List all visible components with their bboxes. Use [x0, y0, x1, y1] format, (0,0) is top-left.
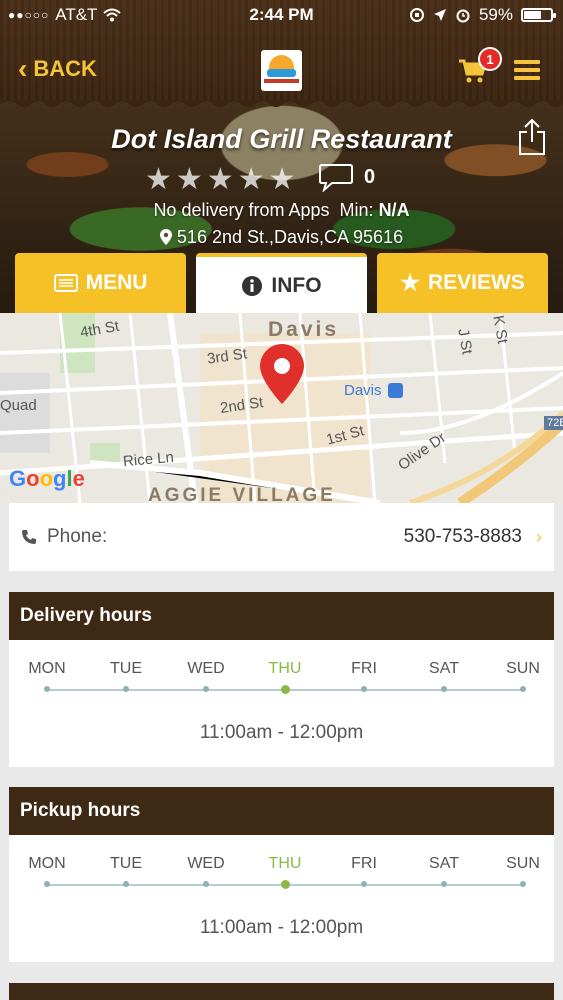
star-icon: ★ [268, 163, 296, 196]
day-dot [361, 686, 367, 692]
delivery-hours-card: Delivery hours MON TUE WED THU FRI SAT S… [9, 592, 554, 767]
address-text: 516 2nd St.,Davis,CA 95616 [176, 227, 404, 247]
battery-icon [521, 8, 556, 22]
day-dot [520, 686, 526, 692]
review-count-value: 0 [364, 165, 376, 188]
tab-info-label: INFO [271, 274, 322, 297]
day-label[interactable]: WED [176, 660, 236, 678]
day-label[interactable]: SAT [414, 660, 474, 678]
day-label[interactable]: FRI [334, 660, 394, 678]
min-label: Min: [339, 200, 374, 220]
star-icon: ★ [206, 163, 234, 196]
delivery-hours-time: 11:00am - 12:00pm [199, 722, 364, 743]
day-dot [520, 881, 526, 887]
back-button[interactable]: ‹ BACK [18, 53, 97, 84]
chevron-right-icon: › [536, 526, 542, 547]
day-dot-today [280, 684, 290, 694]
menu-list-icon [53, 274, 78, 292]
star-icon: ★ [175, 163, 203, 196]
tab-menu[interactable]: MENU [15, 253, 186, 313]
day-dot [203, 881, 209, 887]
review-count[interactable]: 0 [318, 162, 375, 192]
map-label-town: Davis [268, 318, 340, 341]
pickup-hours-card: Pickup hours MON TUE WED THU FRI SAT SUN… [9, 787, 554, 962]
day-label[interactable]: SUN [493, 660, 553, 678]
day-dot [441, 881, 447, 887]
day-label[interactable]: SUN [493, 855, 553, 873]
status-bar: ●●○○○ AT&T 2:44 PM 59% [0, 0, 563, 30]
day-label[interactable]: MON [17, 660, 77, 678]
status-right: 59% [409, 5, 556, 25]
phone-icon [22, 530, 36, 544]
map-label-hwy: 72B [544, 416, 563, 430]
day-label[interactable]: FRI [334, 855, 394, 873]
map-marker-icon [159, 229, 172, 245]
min-value: N/A [378, 200, 410, 220]
delivery-hours-title: Delivery hours [9, 592, 554, 640]
cart-count-badge: 1 [478, 47, 502, 71]
tab-reviews-label: REVIEWS [427, 271, 525, 294]
day-label[interactable]: MON [17, 855, 77, 873]
next-section-header [9, 983, 554, 1000]
comment-bubble-icon [319, 164, 353, 192]
delivery-info: No delivery from Apps Min: N/A [0, 200, 563, 221]
restaurant-name: Dot Island Grill Restaurant [111, 124, 452, 154]
battery-percent: 59% [478, 5, 513, 24]
address-line: 516 2nd St.,Davis,CA 95616 [0, 227, 563, 248]
map-label-station: Davis [344, 382, 382, 399]
delivery-text: No delivery from Apps [153, 200, 330, 220]
day-label[interactable]: TUE [96, 855, 156, 873]
phone-row[interactable]: Phone: 530-753-8883 › [9, 503, 554, 571]
phone-label: Phone: [47, 526, 108, 547]
rating-stars: ★ ★ ★ ★ ★ [145, 162, 296, 197]
star-icon: ★ [145, 163, 172, 196]
day-dot [123, 686, 129, 692]
pickup-hours-time: 11:00am - 12:00pm [199, 917, 364, 938]
star-icon: ★ [400, 270, 420, 295]
hamburger-menu-icon[interactable] [514, 60, 540, 80]
tab-bar: MENU INFO ★ REVIEWS [15, 253, 548, 315]
day-label[interactable]: SAT [414, 855, 474, 873]
tab-info[interactable]: INFO [196, 253, 367, 315]
map-pin-icon [260, 344, 304, 404]
star-icon: ★ [237, 163, 265, 196]
share-icon[interactable] [517, 118, 547, 156]
pickup-hours-body: MON TUE WED THU FRI SAT SUN 11:00am - 12… [9, 835, 554, 962]
day-label-today[interactable]: THU [255, 660, 315, 678]
delivery-hours-body: MON TUE WED THU FRI SAT SUN 11:00am - 12… [9, 640, 554, 767]
map-label-aggie: AGGIE VILLAGE [148, 485, 336, 503]
train-station-icon [388, 383, 403, 398]
day-dot [361, 881, 367, 887]
chevron-left-icon: ‹ [18, 53, 28, 84]
day-label[interactable]: TUE [96, 660, 156, 678]
day-dot [44, 881, 50, 887]
day-dot [123, 881, 129, 887]
day-dot [44, 686, 50, 692]
tab-reviews[interactable]: ★ REVIEWS [377, 253, 548, 313]
google-logo: Google [9, 466, 85, 491]
location-arrow-icon [433, 9, 446, 21]
day-label-today[interactable]: THU [255, 855, 315, 873]
restaurant-logo [261, 50, 302, 91]
day-dot-today [280, 879, 290, 889]
phone-number: 530-753-8883 [403, 526, 522, 547]
alarm-icon [456, 9, 470, 23]
info-circle-icon [242, 276, 263, 296]
tab-menu-label: MENU [85, 271, 148, 294]
rotation-lock-icon [409, 8, 424, 22]
header-wave-edge [0, 100, 563, 107]
day-label[interactable]: WED [176, 855, 236, 873]
back-label: BACK [33, 56, 97, 81]
pickup-hours-title: Pickup hours [9, 787, 554, 835]
map-label-quad: Quad [0, 397, 37, 414]
day-dot [441, 686, 447, 692]
day-dot [203, 686, 209, 692]
